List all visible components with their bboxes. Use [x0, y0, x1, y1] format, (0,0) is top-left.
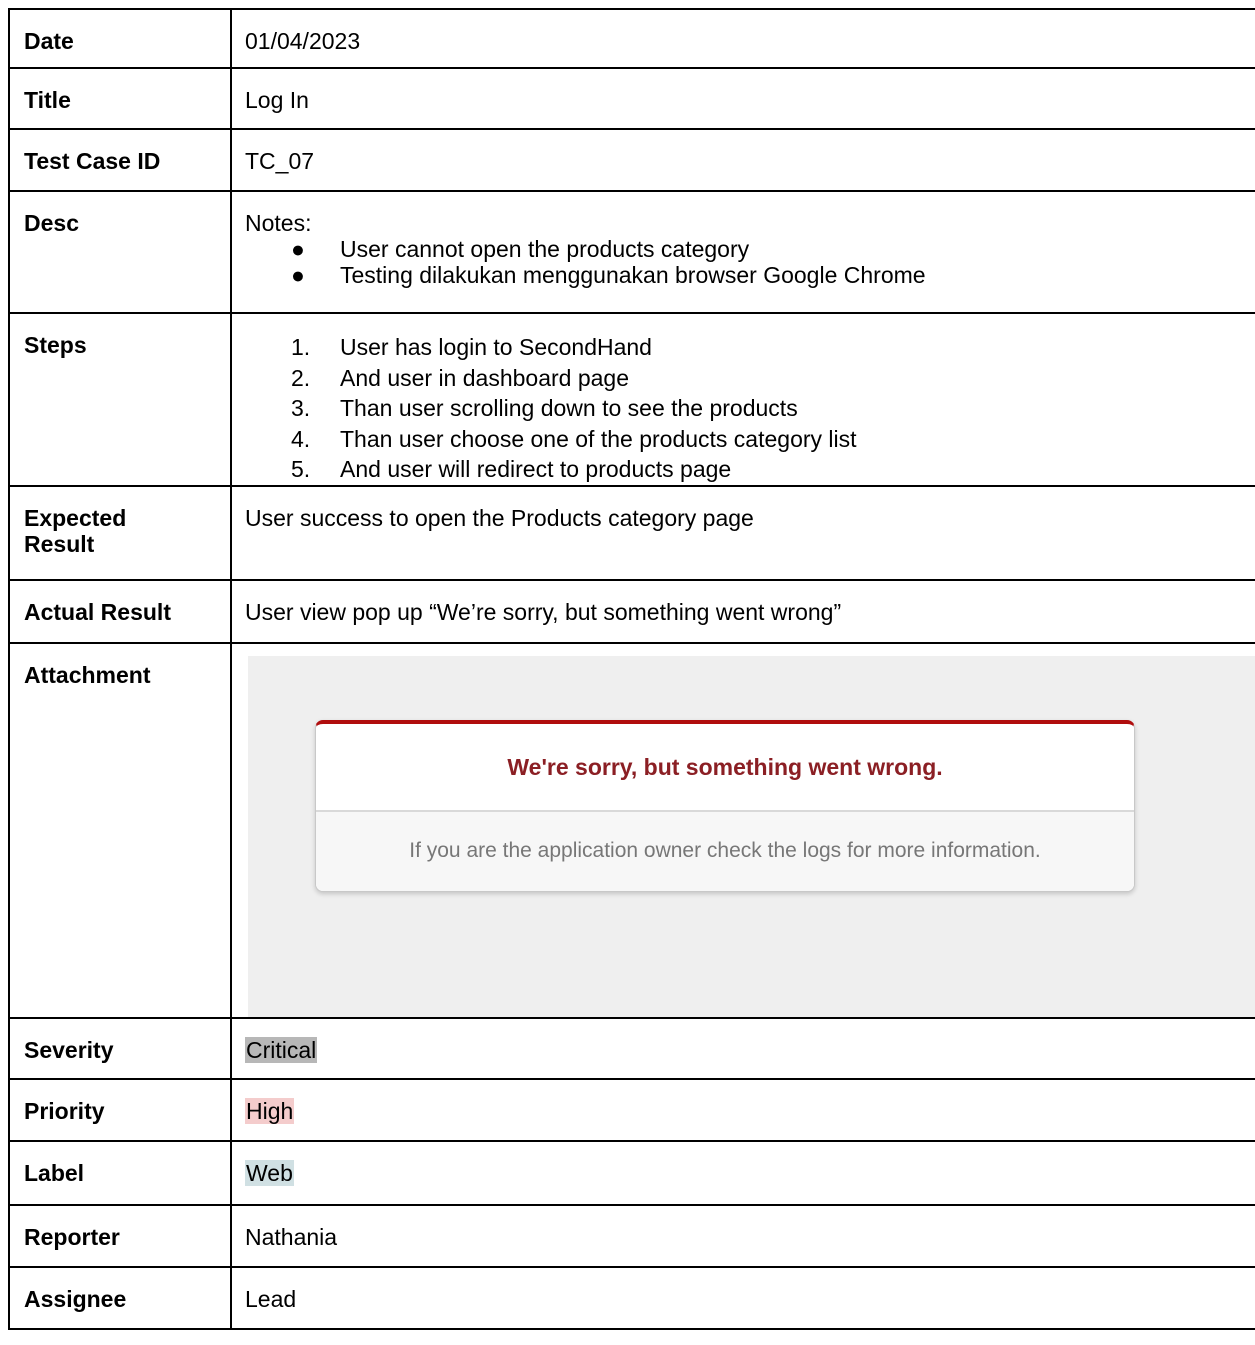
label-severity: Severity — [8, 1016, 232, 1080]
value-label: Web — [230, 1139, 1255, 1206]
steps-list: 1. User has login to SecondHand 2. And use… — [245, 314, 1255, 485]
bullet-icon: ● — [291, 236, 305, 262]
value-priority: High — [230, 1077, 1255, 1142]
row-severity: Severity Critical — [8, 1016, 1255, 1080]
error-dialog: We're sorry, but something went wrong. I… — [315, 719, 1135, 892]
row-title: Title Log In — [8, 67, 1255, 130]
list-item: 1. User has login to SecondHand — [291, 334, 652, 360]
list-item: 2. And user in dashboard page — [291, 364, 629, 391]
value-expected-result: User success to open the Products catego… — [230, 484, 1255, 581]
label-expected-result: Expected Result — [8, 484, 232, 581]
row-expected-result: Expected Result User success to open the … — [8, 484, 1255, 581]
list-item: 5. And user will redirect to products pag… — [291, 456, 732, 482]
list-item: ● Testing dilakukan menggunakan browser G… — [291, 262, 926, 288]
bug-report-table: Date 01/04/2023 Title Log In Test Case I… — [8, 8, 1255, 1330]
label-priority: Priority — [8, 1077, 232, 1142]
severity-badge: Critical — [245, 1036, 318, 1063]
list-item: 3. Than user scrolling down to see the pr… — [291, 395, 798, 421]
desc-bullet-list: ● User cannot open the products category … — [245, 236, 1255, 288]
bullet-icon: ● — [291, 262, 305, 288]
label-badge: Web — [245, 1159, 294, 1186]
value-assignee: Lead — [230, 1265, 1255, 1330]
desc-intro: Notes: — [245, 210, 312, 236]
row-steps: Steps 1. User has login to SecondHand 2. A… — [8, 312, 1255, 487]
row-actual-result: Actual Result User view pop up “We’re so… — [8, 578, 1255, 644]
label-desc: Desc — [8, 190, 232, 314]
list-item: 4. Than user choose one of the products c… — [291, 425, 857, 452]
label-title: Title — [8, 67, 232, 130]
value-desc: Notes: ● User cannot open the products ca… — [230, 190, 1255, 314]
attachment-screenshot: We're sorry, but something went wrong. I… — [248, 655, 1255, 1017]
label-reporter: Reporter — [8, 1203, 232, 1268]
row-attachment: Attachment We're sorry, but something we… — [8, 641, 1255, 1019]
label-test-case-id: Test Case ID — [8, 128, 232, 192]
value-test-case-id: TC_07 — [230, 128, 1255, 192]
error-dialog-title: We're sorry, but something went wrong. — [316, 724, 1134, 812]
value-actual-result: User view pop up “We’re sorry, but somet… — [230, 578, 1255, 644]
value-date: 01/04/2023 — [230, 8, 1255, 69]
label-actual-result: Actual Result — [8, 578, 232, 644]
label-assignee: Assignee — [8, 1265, 232, 1330]
list-item: ● User cannot open the products category — [291, 236, 750, 262]
label-steps: Steps — [8, 312, 232, 487]
value-severity: Critical — [230, 1016, 1255, 1080]
row-label: Label Web — [8, 1139, 1255, 1206]
value-attachment: We're sorry, but something went wrong. I… — [230, 641, 1255, 1019]
error-dialog-message: If you are the application owner check t… — [316, 811, 1134, 891]
label-label: Label — [8, 1139, 232, 1206]
priority-badge: High — [245, 1097, 295, 1124]
value-reporter: Nathania — [230, 1203, 1255, 1268]
value-steps: 1. User has login to SecondHand 2. And use… — [230, 312, 1255, 487]
row-assignee: Assignee Lead — [8, 1265, 1255, 1330]
row-priority: Priority High — [8, 1077, 1255, 1142]
row-desc: Desc Notes: ● User cannot open the produc… — [8, 190, 1255, 314]
row-test-case-id: Test Case ID TC_07 — [8, 128, 1255, 192]
label-date: Date — [8, 8, 232, 69]
row-date: Date 01/04/2023 — [8, 8, 1255, 69]
row-reporter: Reporter Nathania — [8, 1203, 1255, 1268]
value-title: Log In — [230, 67, 1255, 130]
label-attachment: Attachment — [8, 641, 232, 1019]
